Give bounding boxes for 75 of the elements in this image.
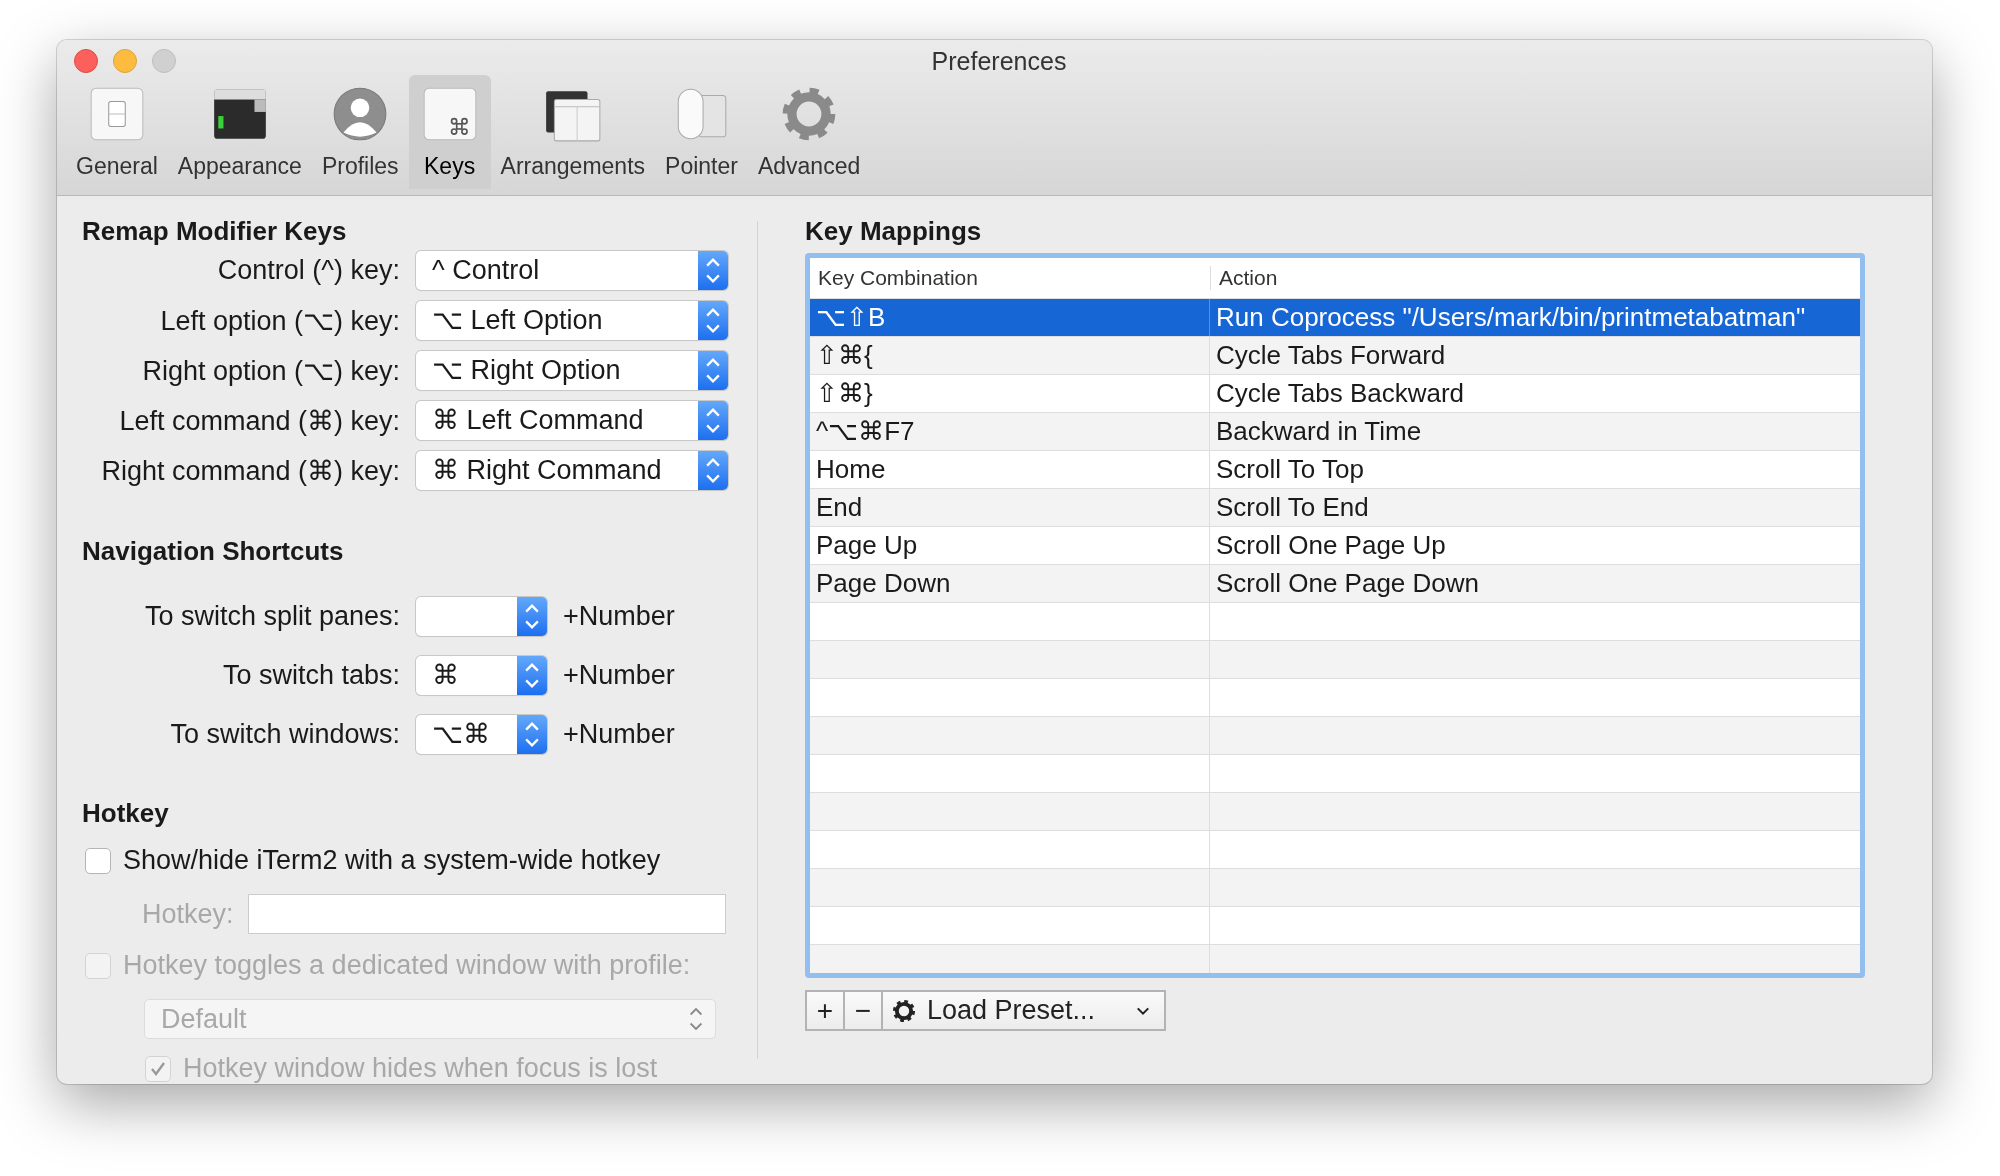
field-label: Right command (⌘) key: bbox=[101, 454, 400, 487]
minimize-button[interactable] bbox=[113, 49, 137, 73]
section-heading: Navigation Shortcuts bbox=[82, 536, 344, 567]
suffix-label: +Number bbox=[563, 601, 676, 632]
stepper-arrows-icon bbox=[698, 451, 728, 490]
field-label: Left command (⌘) key: bbox=[119, 404, 400, 437]
toolbar-tab[interactable]: Advanced bbox=[747, 75, 871, 189]
modifier-popup[interactable]: ⌘ Right Command bbox=[416, 451, 728, 490]
table-cell-text: Cycle Tabs Backward bbox=[1215, 377, 1465, 410]
table-cell: End bbox=[810, 489, 1210, 526]
table-cell-text: Scroll To Top bbox=[1215, 453, 1364, 486]
load-preset-button[interactable]: Load Preset... bbox=[881, 990, 1166, 1031]
field-label: To switch windows: bbox=[170, 719, 400, 750]
table-cell-text: Scroll One Page Up bbox=[1215, 529, 1446, 562]
table-cell: ⇧⌘} bbox=[810, 375, 1210, 412]
remove-button[interactable]: − bbox=[843, 990, 883, 1031]
close-button[interactable] bbox=[74, 49, 98, 73]
table-cell-text: Scroll To End bbox=[1215, 491, 1369, 524]
table-cell: Page Down bbox=[810, 565, 1210, 602]
field-label: Hotkey: bbox=[142, 898, 234, 930]
stepper-arrows-icon bbox=[698, 351, 728, 390]
table-cell: ⌥⇧B bbox=[810, 299, 1210, 336]
table-cell-text: Backward in Time bbox=[1215, 415, 1422, 448]
section-heading: Hotkey bbox=[82, 798, 169, 829]
column-header[interactable]: Action bbox=[1211, 266, 1278, 290]
stepper-arrows-icon bbox=[517, 715, 547, 754]
table-cell-text: Scroll One Page Down bbox=[1215, 567, 1480, 600]
field-label: Control (^) key: bbox=[217, 255, 400, 286]
gear-icon bbox=[891, 997, 917, 1024]
table-cell: ^⌥⌘F7 bbox=[810, 413, 1210, 450]
table-cell: Home bbox=[810, 451, 1210, 488]
modifier-popup[interactable]: ⌥⌘ bbox=[416, 715, 547, 754]
table-row[interactable]: ⌥⇧B Run Coprocess "/Users/mark/bin/printmetabatman" bbox=[810, 299, 1860, 337]
add-button[interactable]: + bbox=[805, 990, 845, 1031]
modifier-popup[interactable]: ^ Control bbox=[416, 251, 728, 290]
toolbar-tab[interactable]: Pointer bbox=[655, 75, 748, 189]
table-row[interactable]: End Scroll To End bbox=[810, 489, 1860, 527]
checkbox-label: Hotkey toggles a dedicated window with profile: bbox=[123, 950, 691, 981]
table-cell: Page Up bbox=[810, 527, 1210, 564]
field-label: Right option (⌥) key: bbox=[142, 354, 400, 387]
stepper-arrows-icon bbox=[517, 597, 547, 636]
modifier-popup[interactable]: ⌥ Right Option bbox=[416, 351, 728, 390]
toolbar-tab[interactable]: Appearance bbox=[167, 75, 312, 189]
field-label: To switch split panes: bbox=[144, 601, 400, 632]
chevron-down-icon bbox=[1136, 1005, 1150, 1016]
table-cell-text: Cycle Tabs Forward bbox=[1215, 339, 1446, 372]
table-row[interactable]: Page Down Scroll One Page Down bbox=[810, 565, 1860, 603]
modifier-popup[interactable]: ⌘ bbox=[416, 656, 547, 695]
table-cell: ⇧⌘{ bbox=[810, 337, 1210, 374]
table-cell-text: Run Coprocess "/Users/mark/bin/printmetabatman" bbox=[1215, 301, 1806, 334]
stepper-arrows-icon bbox=[698, 401, 728, 440]
column-header[interactable]: Key Combination bbox=[810, 266, 1211, 290]
modifier-popup[interactable]: ⌘ Left Command bbox=[416, 401, 728, 440]
modifier-popup[interactable]: ⌥ Left Option bbox=[416, 301, 728, 340]
window-title: Preferences bbox=[930, 46, 1068, 76]
modifier-popup[interactable] bbox=[416, 597, 547, 636]
stepper-arrows-icon bbox=[698, 251, 728, 290]
zoom-button[interactable] bbox=[152, 49, 176, 73]
checkbox-label: Hotkey window hides when focus is lost bbox=[183, 1053, 658, 1084]
checkbox-label: Show/hide iTerm2 with a system-wide hotkey bbox=[123, 845, 661, 876]
suffix-label: +Number bbox=[563, 719, 676, 750]
field-label: Left option (⌥) key: bbox=[160, 304, 400, 337]
toolbar-tab[interactable]: Keys bbox=[408, 75, 491, 189]
table-row[interactable]: ⇧⌘{ Cycle Tabs Forward bbox=[810, 337, 1860, 375]
section-heading: Remap Modifier Keys bbox=[82, 216, 347, 247]
suffix-label: +Number bbox=[563, 660, 676, 691]
stepper-arrows-icon bbox=[517, 656, 547, 695]
field-label: To switch tabs: bbox=[222, 660, 400, 691]
section-heading: Key Mappings bbox=[805, 216, 982, 247]
checkbox[interactable] bbox=[85, 847, 111, 874]
stepper-arrows-icon bbox=[698, 301, 728, 340]
toolbar-tab[interactable]: Profiles bbox=[311, 75, 409, 189]
toolbar-tab[interactable]: Arrangements bbox=[490, 75, 656, 189]
toolbar-tab[interactable]: General bbox=[66, 75, 168, 189]
table-row[interactable]: ^⌥⌘F7 Backward in Time bbox=[810, 413, 1860, 451]
